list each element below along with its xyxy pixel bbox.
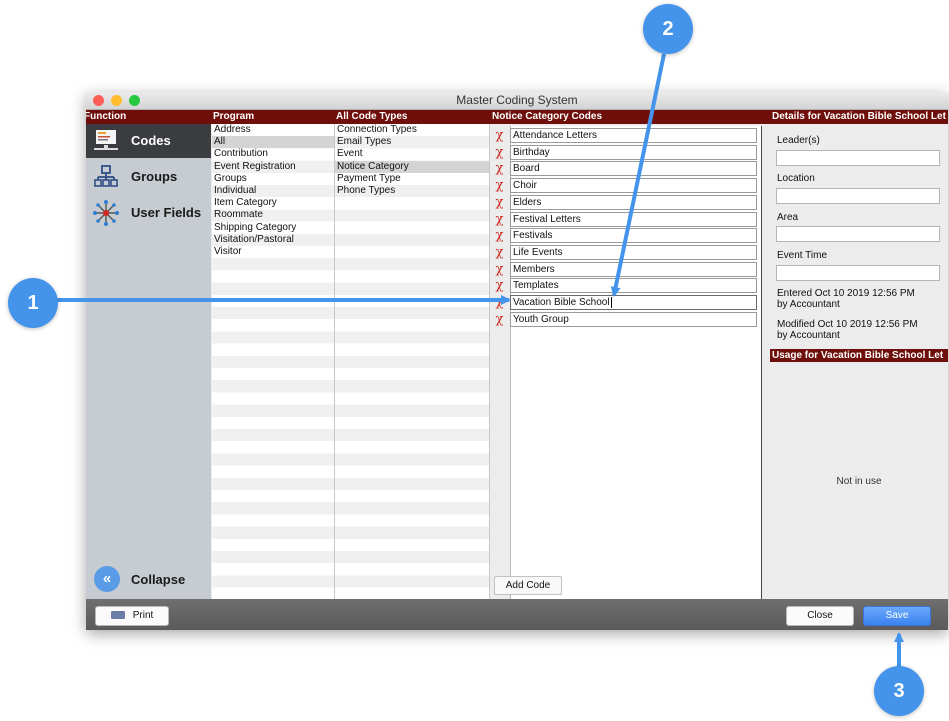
annotation-arrows xyxy=(56,53,904,668)
callout-2: 2 xyxy=(643,4,693,54)
callout-1: 1 xyxy=(8,278,58,328)
arrow-2 xyxy=(610,53,666,297)
callout-3: 3 xyxy=(874,666,924,716)
